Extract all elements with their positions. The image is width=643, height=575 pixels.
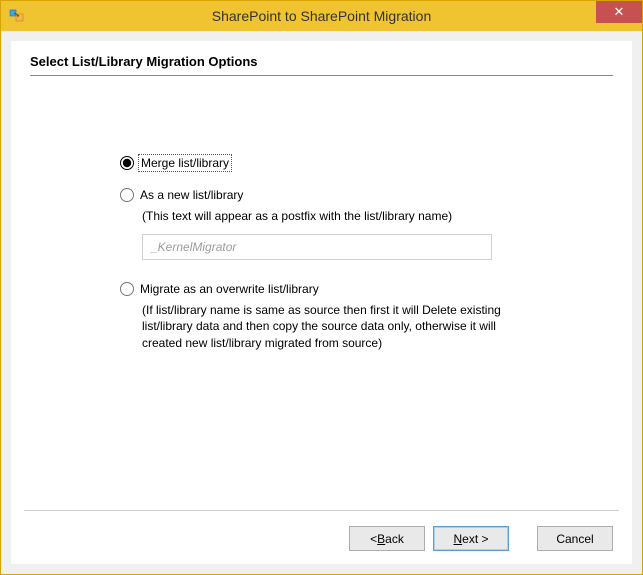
postfix-input[interactable]: _KernelMigrator <box>142 234 492 260</box>
page-heading: Select List/Library Migration Options <box>30 54 613 75</box>
new-option-hint: (This text will appear as a postfix with… <box>142 208 522 224</box>
content-panel: Select List/Library Migration Options Me… <box>11 41 632 564</box>
option-new: As a new list/library (This text will ap… <box>120 188 613 260</box>
radio-overwrite-label: Migrate as an overwrite list/library <box>140 282 319 296</box>
titlebar: SharePoint to SharePoint Migration ✕ <box>1 1 642 31</box>
radio-merge-input[interactable] <box>120 156 134 170</box>
option-overwrite: Migrate as an overwrite list/library (If… <box>120 282 613 351</box>
footer-divider <box>24 510 619 511</box>
postfix-input-value: _KernelMigrator <box>151 240 236 254</box>
close-icon: ✕ <box>614 4 625 20</box>
option-merge: Merge list/library <box>120 156 613 170</box>
options-group: Merge list/library As a new list/library… <box>30 76 613 369</box>
radio-new-label: As a new list/library <box>140 188 243 202</box>
radio-overwrite-input[interactable] <box>120 282 134 296</box>
back-button[interactable]: < Back <box>349 526 425 551</box>
app-icon <box>9 8 25 24</box>
radio-new-input[interactable] <box>120 188 134 202</box>
back-button-rest: ack <box>385 532 404 546</box>
next-button-rest: ext > <box>462 532 488 546</box>
next-button[interactable]: Next > <box>433 526 509 551</box>
overwrite-option-hint: (If list/library name is same as source … <box>142 302 522 351</box>
window-title: SharePoint to SharePoint Migration <box>1 8 642 24</box>
radio-new[interactable]: As a new list/library <box>120 188 613 202</box>
radio-overwrite[interactable]: Migrate as an overwrite list/library <box>120 282 613 296</box>
button-bar: < Back Next > Cancel <box>349 526 613 551</box>
cancel-button[interactable]: Cancel <box>537 526 613 551</box>
radio-merge-label: Merge list/library <box>140 156 230 170</box>
close-button[interactable]: ✕ <box>596 1 642 23</box>
next-button-hotkey: N <box>453 532 462 546</box>
dialog-window: SharePoint to SharePoint Migration ✕ Sel… <box>0 0 643 575</box>
back-button-hotkey: B <box>377 532 385 546</box>
back-button-prefix: < <box>370 532 377 546</box>
radio-merge[interactable]: Merge list/library <box>120 156 613 170</box>
cancel-button-label: Cancel <box>556 532 593 546</box>
